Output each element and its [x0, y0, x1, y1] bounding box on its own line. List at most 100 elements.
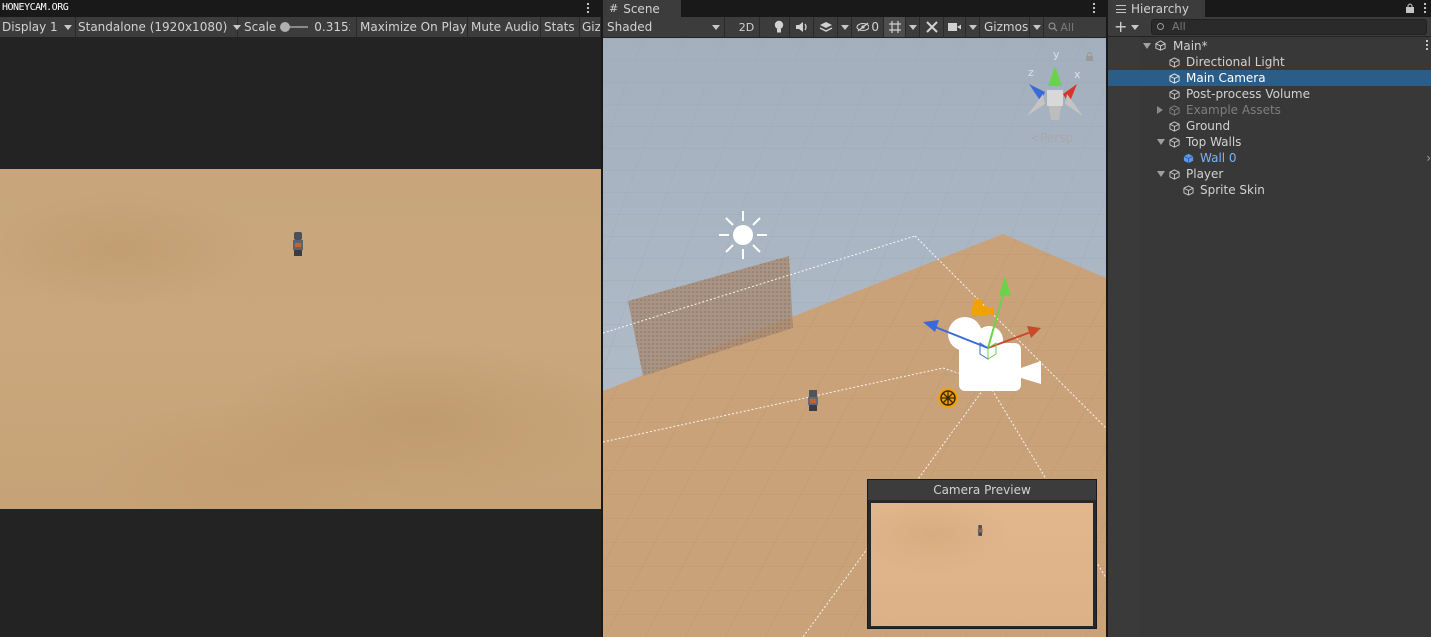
hierarchy-menu-icon[interactable] [1424, 3, 1427, 15]
player-sprite [977, 525, 983, 536]
shading-mode-dropdown[interactable]: Shaded [603, 17, 725, 37]
hierarchy-panel: Hierarchy + All Main* Directional Light … [1108, 0, 1431, 637]
expand-arrow-icon[interactable] [1157, 139, 1165, 145]
camera-dropdown[interactable] [966, 17, 980, 37]
camera-preview-image [871, 503, 1093, 626]
scale-value: 0.315x [314, 20, 350, 34]
gameobject-cube-icon [1169, 137, 1180, 148]
tab-hierarchy[interactable]: Hierarchy [1108, 0, 1205, 17]
hierarchy-item-label: Main Camera [1186, 71, 1266, 85]
toggle-2d-button[interactable]: 2D [734, 17, 760, 37]
chevron-down-icon [1131, 25, 1140, 30]
prefab-open-chevron-icon[interactable]: › [1426, 150, 1431, 166]
search-icon [1048, 22, 1058, 32]
camera-icon [948, 23, 961, 31]
scene-search-input[interactable]: All [1044, 17, 1078, 37]
slider-thumb[interactable] [280, 22, 291, 32]
gameobject-cube-icon [1183, 185, 1194, 196]
hierarchy-item-post-process-volume[interactable]: Post-process Volume [1108, 86, 1431, 102]
effects-dropdown[interactable] [838, 17, 852, 37]
resolution-label: Standalone (1920x1080) [78, 20, 228, 34]
hierarchy-list: Main* Directional Light Main Camera Post… [1108, 38, 1431, 198]
hierarchy-item-label: Wall 0 [1200, 151, 1237, 165]
chevron-down-icon [63, 24, 72, 30]
game-render-area[interactable] [0, 169, 601, 509]
scale-slider[interactable] [280, 22, 309, 32]
display-dropdown[interactable]: Display 1 [0, 17, 76, 37]
game-view: HONEYCAM.ORG Display 1 Standalone (1920x… [0, 0, 601, 637]
hierarchy-tab-label: Hierarchy [1131, 1, 1190, 16]
lightbulb-icon [774, 20, 783, 33]
hierarchy-search-input[interactable]: All [1151, 19, 1427, 35]
scene-viewport[interactable]: y z x <Persp Camera Preview [603, 38, 1106, 637]
maximize-on-play-toggle[interactable]: Maximize On Play [357, 17, 468, 37]
hierarchy-item-directional-light[interactable]: Directional Light [1108, 54, 1431, 70]
scene-menu-icon[interactable] [1093, 3, 1096, 15]
hierarchy-item-player[interactable]: Player [1108, 166, 1431, 182]
hierarchy-item-main-camera[interactable]: Main Camera [1108, 70, 1431, 86]
persp-label[interactable]: <Persp [1030, 131, 1073, 145]
scale-control[interactable]: Scale 0.315x [238, 17, 357, 37]
hidden-count: 0 [871, 20, 879, 34]
unity-scene-icon [1155, 40, 1166, 51]
directional-light-icon[interactable] [719, 211, 767, 259]
chevron-down-icon [968, 24, 977, 30]
tab-scene[interactable]: # Scene [603, 0, 681, 17]
speaker-icon [795, 22, 807, 32]
shading-label: Shaded [607, 20, 653, 34]
tools-toggle[interactable] [920, 17, 944, 37]
hierarchy-item-sprite-skin[interactable]: Sprite Skin [1108, 182, 1431, 198]
camera-preview-window: Camera Preview [867, 479, 1097, 629]
lighting-toggle[interactable] [768, 17, 790, 37]
lock-icon[interactable] [1406, 3, 1414, 13]
stats-toggle[interactable]: Stats [541, 17, 580, 37]
gameobject-cube-icon [1169, 89, 1180, 100]
scene-gizmos-toggle[interactable]: Gizmos [980, 17, 1030, 37]
scene-search-placeholder: All [1060, 20, 1074, 34]
mute-audio-toggle[interactable]: Mute Audio [468, 17, 541, 37]
hierarchy-item-label: Post-process Volume [1186, 87, 1310, 101]
persp-chevron-icon: < [1030, 131, 1041, 145]
display-label: Display 1 [2, 20, 58, 34]
mute-label: Mute Audio [471, 20, 539, 34]
audio-toggle[interactable] [790, 17, 814, 37]
prefab-cube-icon [1183, 153, 1194, 164]
chevron-down-icon [712, 24, 720, 30]
game-tab-bar: HONEYCAM.ORG [0, 0, 601, 17]
expand-arrow-icon[interactable] [1157, 106, 1163, 114]
gameobject-cube-icon [1169, 169, 1180, 180]
hierarchy-item-ground[interactable]: Ground [1108, 118, 1431, 134]
grid-dropdown[interactable] [906, 17, 920, 37]
hierarchy-item-label: Main* [1173, 39, 1208, 53]
watermark: HONEYCAM.ORG [2, 2, 69, 13]
scene-menu-icon[interactable] [1426, 40, 1429, 52]
hierarchy-item-wall-0[interactable]: Wall 0 › [1108, 150, 1431, 166]
game-menu-icon[interactable] [587, 3, 590, 15]
hierarchy-item-top-walls[interactable]: Top Walls [1108, 134, 1431, 150]
expand-arrow-icon[interactable] [1157, 171, 1165, 177]
hierarchy-toolbar: + All [1108, 17, 1431, 37]
effects-toggle[interactable] [814, 17, 838, 37]
add-object-button[interactable]: + [1114, 18, 1142, 36]
hidden-eye-icon [856, 22, 870, 32]
game-gizmos-toggle[interactable]: Gizmos [580, 17, 601, 37]
hierarchy-item-label: Example Assets [1186, 103, 1281, 117]
scene-tab-label: Scene [623, 1, 660, 16]
resolution-dropdown[interactable]: Standalone (1920x1080) [76, 17, 242, 37]
chevron-down-icon [840, 24, 849, 30]
gameobject-cube-icon [1169, 57, 1180, 68]
persp-text: Persp [1040, 131, 1074, 145]
scale-label: Scale [244, 20, 277, 34]
scene-gizmos-label: Gizmos [984, 20, 1029, 34]
grid-toggle[interactable] [884, 17, 906, 37]
scene-view: # Scene Shaded 2D 0 Gizmos All y z x <Pe… [603, 0, 1106, 637]
expand-arrow-icon[interactable] [1143, 43, 1151, 49]
scene-visibility-toggle[interactable]: 0 [852, 17, 884, 37]
hierarchy-item-example-assets[interactable]: Example Assets [1108, 102, 1431, 118]
camera-settings-button[interactable] [944, 17, 966, 37]
player-sprite [291, 232, 305, 256]
player-object[interactable] [808, 390, 818, 411]
hierarchy-item-main[interactable]: Main* [1108, 38, 1431, 54]
gizmos-dropdown[interactable] [1030, 17, 1044, 37]
